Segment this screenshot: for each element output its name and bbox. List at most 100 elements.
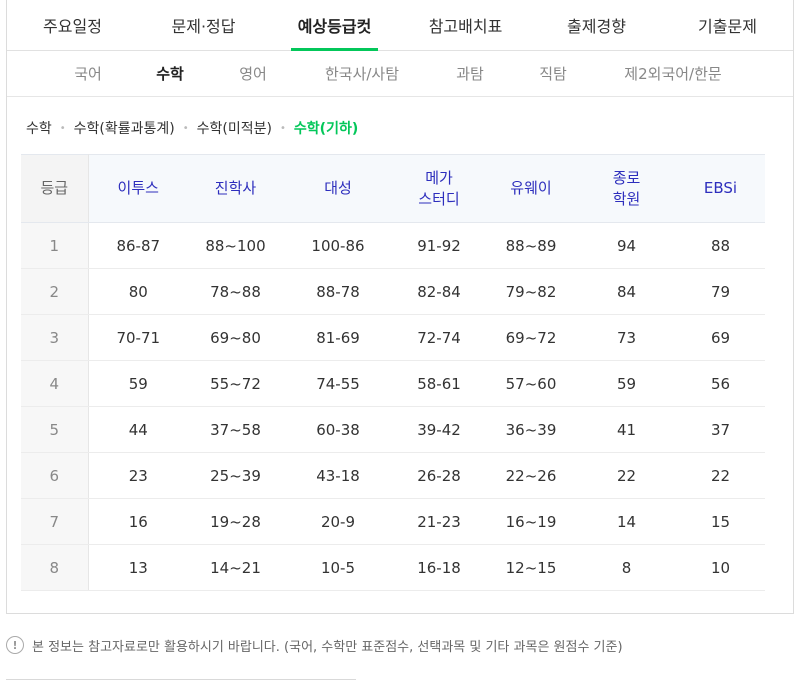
score-cell: 69~72 xyxy=(485,314,577,361)
score-cell: 16~19 xyxy=(485,498,577,545)
bottom-divider xyxy=(6,679,356,680)
score-cell: 91-92 xyxy=(393,222,485,269)
table-row: 7 16 19~28 20-9 21-23 16~19 14 15 xyxy=(21,498,765,545)
score-cell: 80 xyxy=(88,268,188,315)
score-cell: 74-55 xyxy=(283,360,393,407)
score-cell: 56 xyxy=(676,360,765,407)
subtab-vocational[interactable]: 직탐 xyxy=(539,51,567,97)
score-cell: 21-23 xyxy=(393,498,485,545)
dot-separator-icon: • xyxy=(182,122,189,134)
subject-tabs: 국어 수학 영어 한국사/사탐 과탐 직탐 제2외국어/한문 xyxy=(7,51,793,97)
score-cell: 78~88 xyxy=(188,268,283,315)
tab-expected-grade-cut[interactable]: 예상등급컷 xyxy=(269,0,400,51)
score-cell: 100-86 xyxy=(283,222,393,269)
crumb-probability-statistics[interactable]: 수학(확률과통계) xyxy=(74,118,175,138)
score-cell: 22 xyxy=(676,452,765,499)
score-cell: 37 xyxy=(676,406,765,453)
subtab-science[interactable]: 과탐 xyxy=(456,51,484,97)
score-cell: 15 xyxy=(676,498,765,545)
score-cell: 14 xyxy=(577,498,676,545)
score-cell: 10-5 xyxy=(283,544,393,591)
score-cell: 79 xyxy=(676,268,765,315)
score-cell: 25~39 xyxy=(188,452,283,499)
score-cell: 88 xyxy=(676,222,765,269)
score-cell: 16 xyxy=(88,498,188,545)
score-cell: 43-18 xyxy=(283,452,393,499)
score-cell: 58-61 xyxy=(393,360,485,407)
math-subject-breadcrumb: 수학 • 수학(확률과통계) • 수학(미적분) • 수학(기하) xyxy=(26,116,358,140)
score-cell: 22 xyxy=(577,452,676,499)
subtab-history-social[interactable]: 한국사/사탐 xyxy=(325,51,399,97)
score-cell: 14~21 xyxy=(188,544,283,591)
header-jinhak: 진학사 xyxy=(188,154,283,223)
grade-cell: 3 xyxy=(21,314,89,361)
score-cell: 94 xyxy=(577,222,676,269)
header-uway: 유웨이 xyxy=(485,154,577,223)
score-cell: 37~58 xyxy=(188,406,283,453)
table-row: 8 13 14~21 10-5 16-18 12~15 8 10 xyxy=(21,544,765,591)
score-cell: 41 xyxy=(577,406,676,453)
score-cell: 59 xyxy=(577,360,676,407)
tab-main-schedule[interactable]: 주요일정 xyxy=(7,0,138,50)
score-cell: 59 xyxy=(88,360,188,407)
header-jongro: 종로 학원 xyxy=(577,154,676,223)
table-header-row: 등급 이투스 진학사 대성 메가 스터디 유웨이 종로 학원 EBSi xyxy=(21,154,765,223)
subtab-second-language[interactable]: 제2외국어/한문 xyxy=(624,51,721,97)
header-daesung: 대성 xyxy=(283,154,393,223)
score-cell: 23 xyxy=(88,452,188,499)
grade-cell: 5 xyxy=(21,406,89,453)
grade-cell: 2 xyxy=(21,268,89,315)
score-cell: 86-87 xyxy=(88,222,188,269)
score-cell: 19~28 xyxy=(188,498,283,545)
tab-questions-answers[interactable]: 문제·정답 xyxy=(138,0,269,50)
header-megastudy: 메가 스터디 xyxy=(393,154,485,223)
notice-text: 본 정보는 참고자료로만 활용하시기 바랍니다. (국어, 수학만 표준점수, … xyxy=(32,639,623,655)
score-cell: 57~60 xyxy=(485,360,577,407)
score-cell: 8 xyxy=(577,544,676,591)
score-cell: 73 xyxy=(577,314,676,361)
score-cell: 26-28 xyxy=(393,452,485,499)
score-cell: 10 xyxy=(676,544,765,591)
grade-cell: 1 xyxy=(21,222,89,269)
tab-exam-trends[interactable]: 출제경향 xyxy=(531,0,662,50)
header-etoos: 이투스 xyxy=(88,154,188,223)
crumb-geometry[interactable]: 수학(기하) xyxy=(294,118,358,138)
tab-past-exams[interactable]: 기출문제 xyxy=(662,0,793,50)
reference-notice: ! 본 정보는 참고자료로만 활용하시기 바랍니다. (국어, 수학만 표준점수… xyxy=(6,634,623,656)
grade-cell: 6 xyxy=(21,452,89,499)
score-cell: 69~80 xyxy=(188,314,283,361)
tab-reference-placement[interactable]: 참고배치표 xyxy=(400,0,531,50)
exclamation-circle-icon: ! xyxy=(6,636,24,654)
grade-cell: 4 xyxy=(21,360,89,407)
score-cell: 16-18 xyxy=(393,544,485,591)
grade-cell: 8 xyxy=(21,544,89,591)
score-cell: 81-69 xyxy=(283,314,393,361)
score-cell: 20-9 xyxy=(283,498,393,545)
score-cell: 84 xyxy=(577,268,676,315)
dot-separator-icon: • xyxy=(280,122,286,134)
score-cell: 72-74 xyxy=(393,314,485,361)
score-cell: 55~72 xyxy=(188,360,283,407)
table-row: 4 59 55~72 74-55 58-61 57~60 59 56 xyxy=(21,360,765,407)
score-cell: 22~26 xyxy=(485,452,577,499)
subtab-english[interactable]: 영어 xyxy=(239,51,267,97)
crumb-math[interactable]: 수학 xyxy=(26,118,52,138)
grade-cell: 7 xyxy=(21,498,89,545)
subtab-math[interactable]: 수학 xyxy=(156,51,184,97)
score-cell: 88~100 xyxy=(188,222,283,269)
score-cell: 12~15 xyxy=(485,544,577,591)
score-cell: 70-71 xyxy=(88,314,188,361)
score-cell: 88~89 xyxy=(485,222,577,269)
table-row: 1 86-87 88~100 100-86 91-92 88~89 94 88 xyxy=(21,222,765,269)
table-row: 2 80 78~88 88-78 82-84 79~82 84 79 xyxy=(21,268,765,315)
score-cell: 82-84 xyxy=(393,268,485,315)
grade-cut-table: 등급 이투스 진학사 대성 메가 스터디 유웨이 종로 학원 EBSi 1 86-87… xyxy=(21,154,765,591)
header-grade: 등급 xyxy=(21,154,89,223)
subtab-korean[interactable]: 국어 xyxy=(74,51,102,97)
score-cell: 60-38 xyxy=(283,406,393,453)
table-row: 3 70-71 69~80 81-69 72-74 69~72 73 69 xyxy=(21,314,765,361)
score-cell: 79~82 xyxy=(485,268,577,315)
crumb-calculus[interactable]: 수학(미적분) xyxy=(197,118,272,138)
score-cell: 44 xyxy=(88,406,188,453)
table-row: 6 23 25~39 43-18 26-28 22~26 22 22 xyxy=(21,452,765,499)
